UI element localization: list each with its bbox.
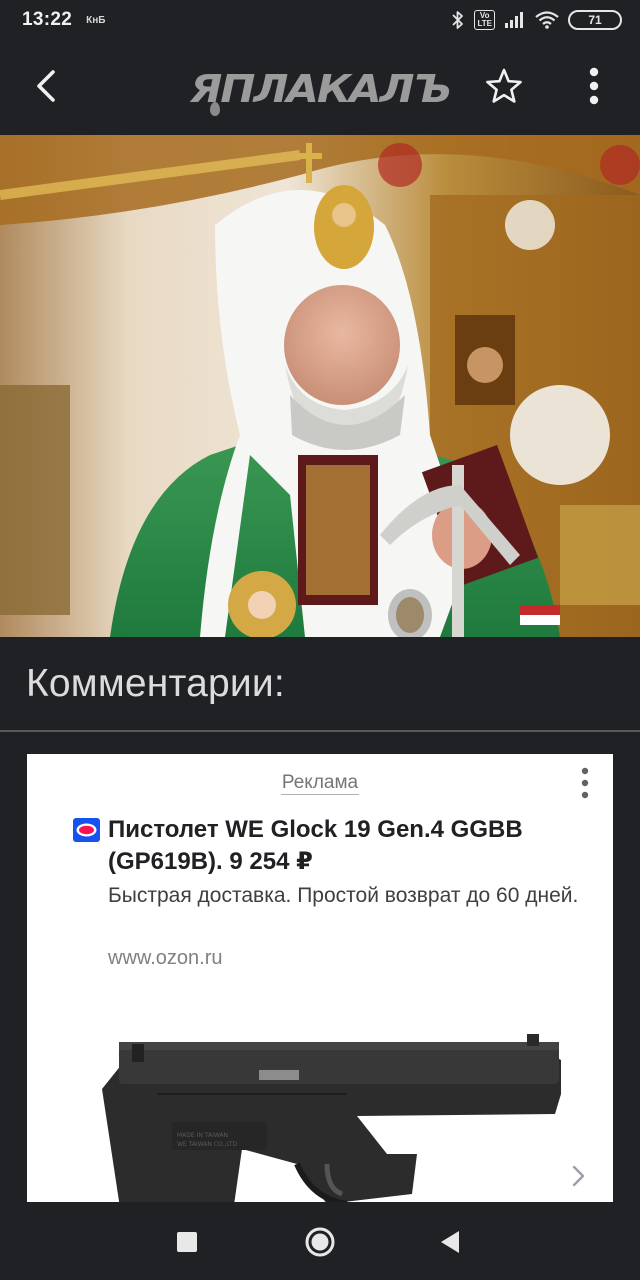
favorite-button[interactable] xyxy=(480,62,528,110)
carrier-label: КнБ xyxy=(86,14,106,26)
wifi-icon xyxy=(535,11,559,29)
post-image[interactable] xyxy=(0,135,640,637)
battery-icon: 71 xyxy=(568,10,622,30)
status-bar: 13:22 КнБ Vo LTE 71 xyxy=(0,0,640,40)
back-arrow-icon xyxy=(37,70,55,102)
svg-text:WE TAIWAN CO.,LTD: WE TAIWAN CO.,LTD xyxy=(177,1141,237,1148)
ad-label: Реклама xyxy=(27,772,613,795)
app-bar: ЯПЛАКАЛЪ xyxy=(0,40,640,135)
more-vert-icon xyxy=(581,767,589,799)
recent-apps-button[interactable] xyxy=(175,1230,199,1254)
signal-icon xyxy=(505,12,523,28)
section-divider xyxy=(0,730,640,732)
ad-title[interactable]: Пистолет WE Glock 19 Gen.4 GGBB (GP619B)… xyxy=(108,814,588,878)
ad-description: Быстрая доставка. Простой возврат до 60 … xyxy=(108,884,579,907)
back-button[interactable] xyxy=(22,62,70,110)
ad-card[interactable]: Реклама Пистолет WE Glock 19 Gen.4 GGBB … xyxy=(27,754,613,1214)
chevron-right-icon xyxy=(572,1165,585,1187)
logo-drop-icon xyxy=(210,102,220,116)
nav-back-button[interactable] xyxy=(438,1228,462,1256)
back-icon xyxy=(441,1231,459,1253)
battery-level: 71 xyxy=(588,13,602,27)
recent-apps-icon xyxy=(177,1232,197,1252)
ad-label-text: Реклама xyxy=(280,772,360,795)
logo-text: ЯПЛАКАЛЪ xyxy=(189,65,452,111)
overflow-menu-button[interactable] xyxy=(572,62,616,110)
more-vert-icon xyxy=(589,67,599,105)
home-icon xyxy=(305,1227,335,1257)
status-icons: Vo LTE 71 xyxy=(451,10,622,30)
ozon-logo-icon xyxy=(73,818,100,842)
post-photo xyxy=(0,135,640,637)
bluetooth-icon xyxy=(452,11,464,29)
ad-next-button[interactable] xyxy=(565,1158,593,1194)
star-icon xyxy=(486,68,522,103)
ad-options-button[interactable] xyxy=(567,766,603,802)
volte-icon: Vo LTE xyxy=(474,10,495,30)
site-logo[interactable]: ЯПЛАКАЛЪ xyxy=(180,60,460,116)
ad-product-image[interactable]: MADE IN TAIWAN WE TAIWAN CO.,LTD xyxy=(27,994,613,1214)
svg-text:MADE IN TAIWAN: MADE IN TAIWAN xyxy=(177,1132,228,1139)
status-time: 13:22 xyxy=(22,9,73,30)
home-button[interactable] xyxy=(304,1226,336,1258)
comments-heading: Комментарии: xyxy=(26,662,285,705)
ad-url[interactable]: www.ozon.ru xyxy=(108,947,223,970)
system-nav-bar xyxy=(0,1202,640,1280)
